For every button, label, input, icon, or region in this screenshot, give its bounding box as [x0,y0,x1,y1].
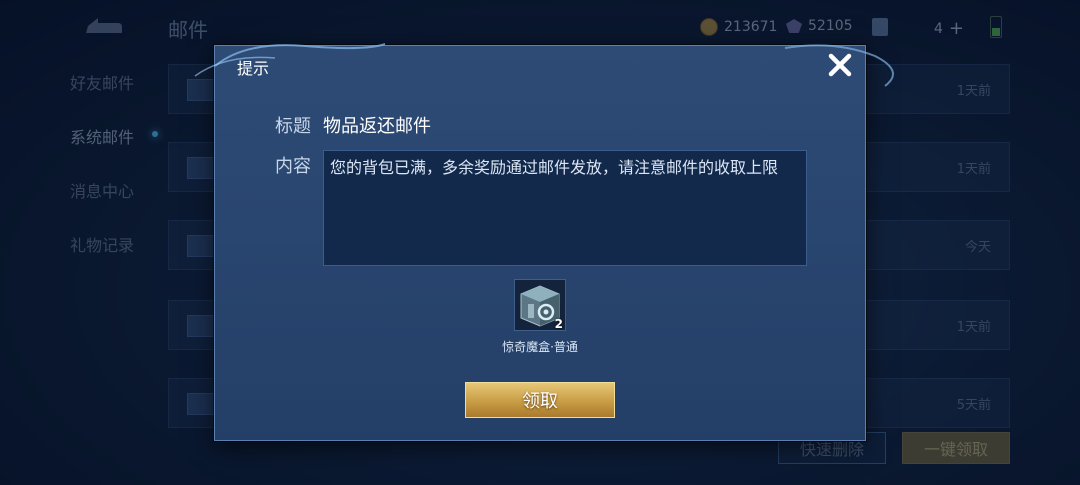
item-count: 2 [554,317,563,331]
dialog-header: 提示 [215,46,865,84]
content-box: 您的背包已满，多余奖励通过邮件发放，请注意邮件的收取上限 [323,150,807,266]
dialog-title: 提示 [237,59,270,78]
claim-button[interactable]: 领取 [465,382,615,418]
reward-item-slot[interactable]: 2 [514,279,566,331]
close-icon[interactable] [821,48,859,84]
subject-value: 物品返还邮件 [323,116,431,137]
subject-label: 标题 [275,116,311,137]
content-text: 您的背包已满，多余奖励通过邮件发放，请注意邮件的收取上限 [330,158,779,177]
content-label: 内容 [275,156,311,177]
item-name: 惊奇魔盒·普通 [502,340,578,354]
notice-dialog: 提示 标题 物品返还邮件 内容 您的背包已满，多余奖励通过邮件发放，请注意邮件的… [194,43,894,441]
